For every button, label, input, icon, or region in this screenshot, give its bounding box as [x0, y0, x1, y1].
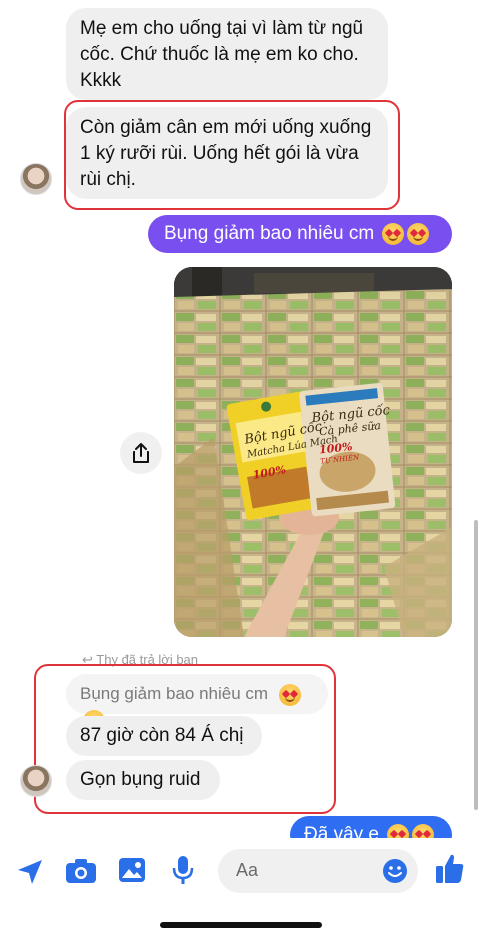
incoming-message-1[interactable]: Mẹ em cho uống tại vì làm từ ngũ cốc. Ch…: [66, 8, 388, 100]
home-indicator: [160, 922, 322, 928]
thumbs-up-icon: [436, 854, 464, 883]
message-line: cốc. Chứ thuốc là mẹ em ko cho.: [80, 44, 359, 65]
camera-button[interactable]: [64, 856, 98, 886]
share-button[interactable]: [120, 432, 162, 474]
emoji-icon: [383, 859, 407, 883]
photo-illustration: Bột ngũ cốc Matcha Lúa Mạch 100% Bột ngũ…: [174, 267, 452, 637]
product-photo[interactable]: Bột ngũ cốc Matcha Lúa Mạch 100% Bột ngũ…: [174, 267, 452, 637]
image-icon: [119, 858, 145, 882]
message-input-placeholder: Aa: [236, 860, 259, 880]
heart-eyes-emoji-icon: [382, 223, 405, 245]
share-icon: [133, 443, 149, 463]
microphone-icon: [172, 856, 194, 884]
location-button[interactable]: [14, 856, 46, 888]
message-line: Kkkk: [80, 70, 122, 91]
scrollbar[interactable]: [474, 520, 478, 810]
microphone-button[interactable]: [170, 854, 196, 886]
like-button[interactable]: [434, 852, 466, 886]
avatar[interactable]: [20, 765, 52, 797]
location-arrow-icon: [18, 860, 42, 884]
emoji-button[interactable]: [382, 858, 408, 884]
highlight-box-2: [34, 664, 336, 814]
highlight-box-1: [64, 100, 400, 210]
camera-icon: [66, 859, 96, 883]
gallery-button[interactable]: [117, 856, 147, 884]
outgoing-text: Bụng giảm bao nhiêu cm: [164, 223, 375, 244]
avatar[interactable]: [20, 163, 52, 195]
heart-eyes-emoji-icon: [407, 223, 430, 245]
message-line: Mẹ em cho uống tại vì làm từ ngũ: [80, 18, 364, 39]
outgoing-message-1[interactable]: Bụng giảm bao nhiêu cm: [148, 215, 452, 253]
